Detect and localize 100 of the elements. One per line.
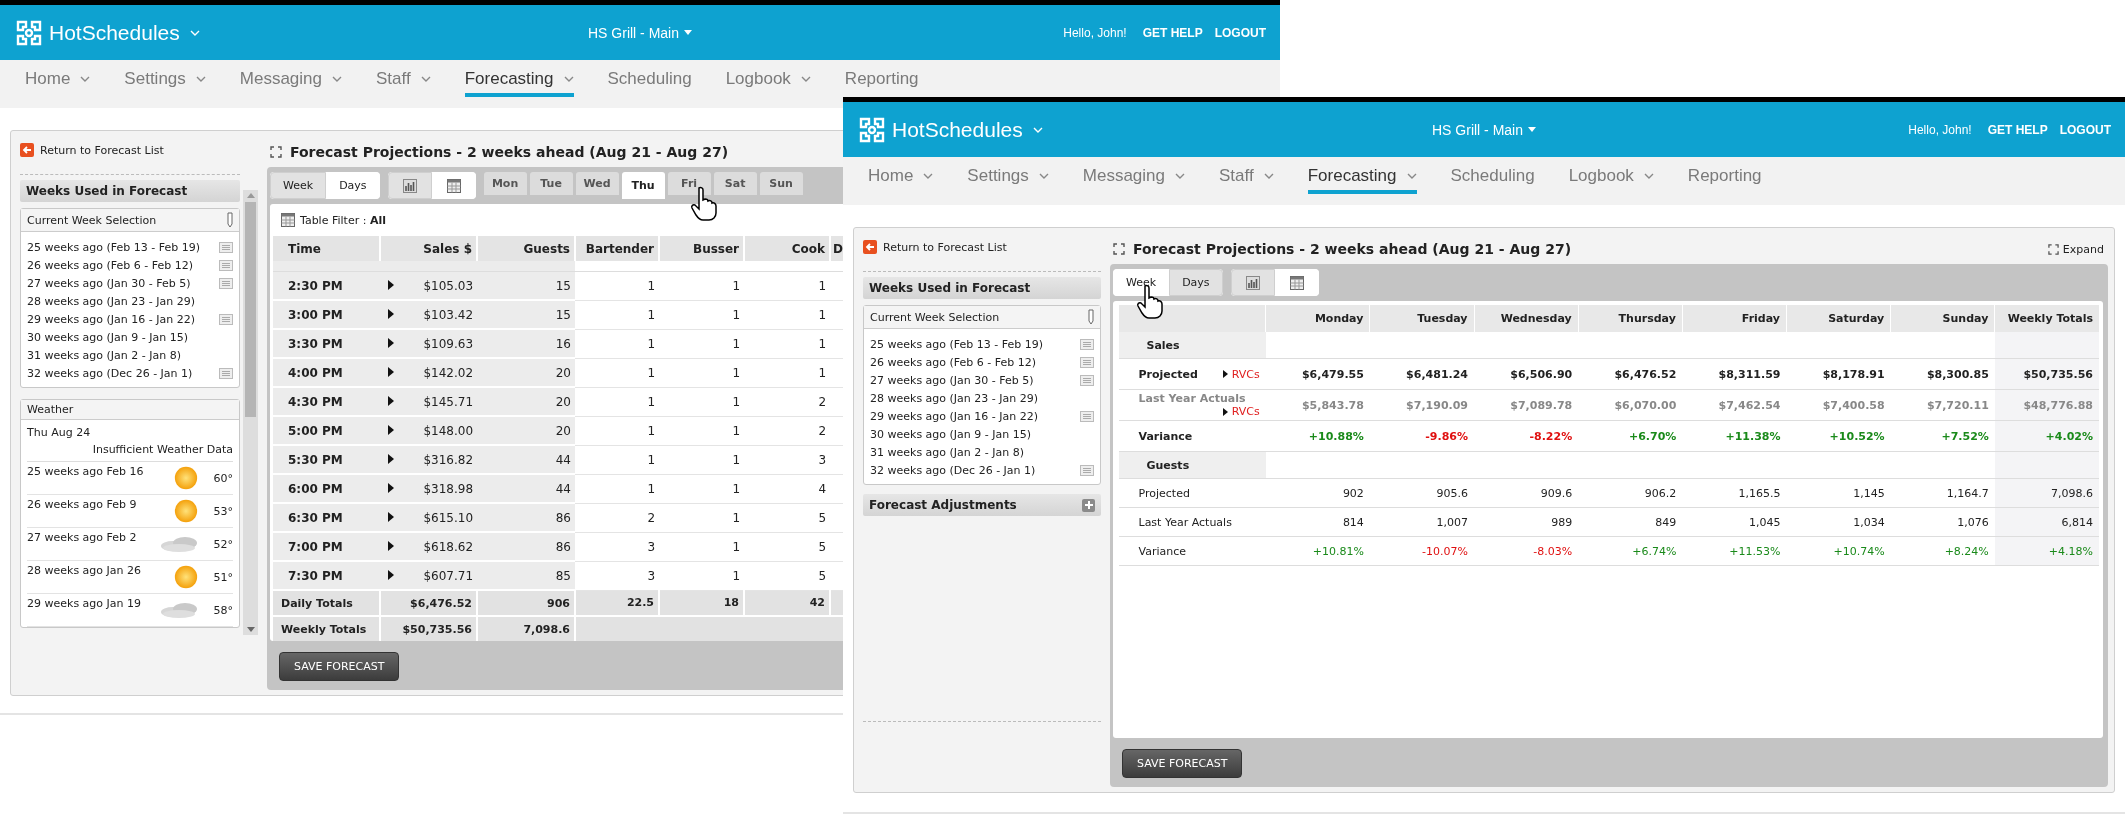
week-item: 30 weeks ago (Jan 9 - Jan 15) <box>27 330 189 344</box>
nav-tab[interactable]: Scheduling <box>1450 157 1535 194</box>
nav-tab[interactable]: Logbook <box>1568 157 1654 194</box>
caret-icon <box>1175 172 1185 179</box>
table-cell: 1 <box>659 358 744 387</box>
nav-tab[interactable]: Staff <box>1219 157 1274 194</box>
table-cell: $316.82 <box>402 445 477 474</box>
table-cell: 1,164.7 <box>1890 478 1995 508</box>
nav-tab[interactable]: Forecasting <box>464 60 574 97</box>
header-link[interactable]: LOGOUT <box>1214 25 1266 40</box>
column-header: Time <box>273 236 380 261</box>
expand-triangle-icon[interactable] <box>388 366 394 377</box>
table-cell: 5:30 PM <box>273 445 380 474</box>
nav-tab[interactable]: Settings <box>124 60 206 97</box>
table-cell: 1 <box>659 300 744 329</box>
save-forecast-button[interactable]: SAVE FORECAST <box>279 652 400 681</box>
row-label: Projected <box>1138 486 1190 500</box>
table-cell: $105.03 <box>402 271 477 300</box>
location-menu-button[interactable]: HS Grill - Main <box>1432 121 1536 138</box>
nav-tab[interactable]: Home <box>25 60 91 97</box>
note-icon[interactable] <box>1080 374 1094 386</box>
expand-button[interactable]: Expand <box>2047 242 2104 256</box>
week-item: 26 weeks ago (Feb 6 - Feb 12) <box>870 355 1037 369</box>
nav-tab[interactable]: Logbook <box>725 60 811 97</box>
scroll-up-icon[interactable] <box>246 193 255 198</box>
chart-view-button[interactable] <box>387 172 432 199</box>
scroll-down-icon[interactable] <box>246 627 255 632</box>
table-icon[interactable] <box>281 213 295 227</box>
expand-triangle-icon[interactable] <box>388 540 394 551</box>
table-cell: 1 <box>744 329 830 358</box>
table-cell: 1 <box>659 329 744 358</box>
table-cell: $5,843.78 <box>1265 389 1370 421</box>
weather-week: 28 weeks ago Jan 26 <box>27 563 143 577</box>
nav-tab[interactable]: Reporting <box>1687 157 1762 194</box>
column-header: Bartender <box>575 236 659 261</box>
table-cell: 44 <box>477 474 575 503</box>
nav-tab[interactable]: Settings <box>967 157 1049 194</box>
caret-icon <box>420 75 431 82</box>
table-cell: +6.70% <box>1578 420 1683 452</box>
note-icon[interactable] <box>219 367 233 379</box>
table-cell: 5 <box>744 503 830 532</box>
logo-icon <box>15 18 43 47</box>
expand-triangle-icon[interactable] <box>388 308 394 319</box>
table-cell: $7,190.09 <box>1369 389 1475 421</box>
nav-tab[interactable]: Messaging <box>239 60 342 97</box>
back-arrow-icon <box>863 240 877 254</box>
table-cell: 7,098.6 <box>477 616 575 641</box>
note-icon[interactable] <box>219 259 233 271</box>
day-tab[interactable]: Mon <box>483 172 527 195</box>
nav-tab[interactable]: Messaging <box>1082 157 1185 194</box>
table-cell: 86 <box>477 532 575 561</box>
table-cell: 3:30 PM <box>273 329 380 358</box>
note-icon[interactable] <box>1080 464 1094 476</box>
day-tab[interactable]: Tue <box>529 172 573 195</box>
rvcs-link[interactable]: RVCs <box>1222 405 1260 418</box>
note-icon[interactable] <box>219 241 233 253</box>
note-icon[interactable] <box>1080 356 1094 368</box>
expand-triangle-icon[interactable] <box>388 511 394 522</box>
caret-icon <box>80 75 91 82</box>
table-cell: 7:00 PM <box>273 532 380 561</box>
pencil-icon[interactable] <box>227 212 233 228</box>
note-icon[interactable] <box>219 277 233 289</box>
header-link[interactable]: GET HELP <box>1142 25 1203 40</box>
day-tab[interactable]: Sat <box>713 172 757 195</box>
rvcs-link[interactable]: RVCs <box>1222 367 1260 381</box>
note-icon[interactable] <box>219 313 233 325</box>
day-tab[interactable]: Thu <box>621 172 665 199</box>
location-menu-button[interactable]: HS Grill - Main <box>588 24 692 41</box>
table-cell: 20 <box>477 387 575 416</box>
expand-triangle-icon[interactable] <box>388 482 394 493</box>
note-icon[interactable] <box>1080 410 1094 422</box>
expand-triangle-icon[interactable] <box>388 424 394 435</box>
expand-triangle-icon[interactable] <box>388 279 394 290</box>
note-icon[interactable] <box>1080 338 1094 350</box>
nav-tab[interactable]: Home <box>868 157 934 194</box>
save-forecast-button[interactable]: SAVE FORECAST <box>1122 749 1243 778</box>
add-button[interactable] <box>1082 498 1095 512</box>
nav-tab[interactable]: Reporting <box>844 60 919 97</box>
expand-triangle-icon[interactable] <box>388 453 394 464</box>
return-link[interactable]: Return to Forecast List <box>20 140 240 160</box>
expand-triangle-icon[interactable] <box>388 395 394 406</box>
nav-tab[interactable]: Scheduling <box>607 60 692 97</box>
view-tab[interactable]: Week <box>270 172 327 199</box>
nav-tab[interactable]: Staff <box>376 60 431 97</box>
brand-menu-button[interactable]: HotSchedules <box>15 18 200 47</box>
brand-menu-button[interactable]: HotSchedules <box>858 115 1043 144</box>
header-link[interactable]: LOGOUT <box>2059 122 2111 137</box>
pencil-icon[interactable] <box>1088 309 1094 325</box>
chart-view-button[interactable] <box>1230 269 1275 296</box>
nav-tab[interactable]: Forecasting <box>1307 157 1417 194</box>
day-tab[interactable]: Sun <box>759 172 803 195</box>
header-link[interactable]: GET HELP <box>1987 122 2048 137</box>
table-cell: 22.5 <box>575 590 659 616</box>
scrollbar[interactable] <box>243 190 258 635</box>
view-tab[interactable]: Days <box>1169 269 1223 296</box>
expand-triangle-icon[interactable] <box>388 569 394 580</box>
expand-triangle-icon[interactable] <box>388 337 394 348</box>
week-item: 28 weeks ago (Jan 23 - Jan 29) <box>870 391 1039 405</box>
temperature: 52° <box>212 537 233 551</box>
day-tab[interactable]: Wed <box>575 172 619 195</box>
